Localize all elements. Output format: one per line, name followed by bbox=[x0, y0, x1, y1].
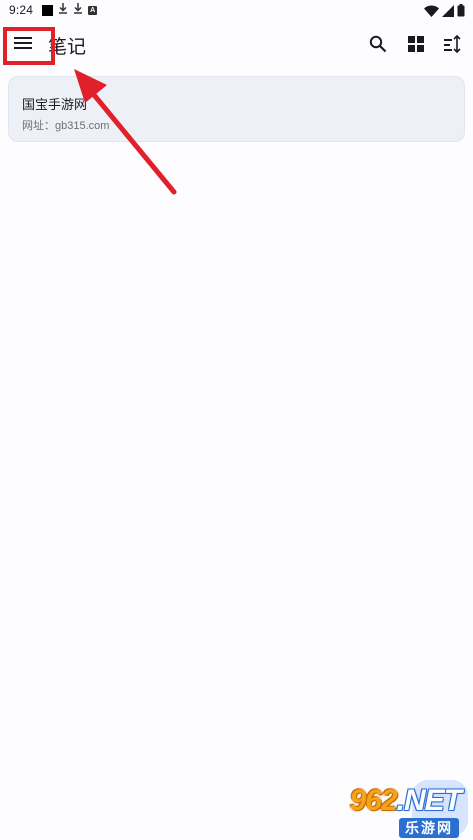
note-title: 国宝手游网 bbox=[22, 97, 88, 112]
battery-icon bbox=[457, 4, 465, 20]
add-note-fab[interactable] bbox=[412, 780, 468, 836]
search-button[interactable] bbox=[366, 32, 390, 56]
app-bar: 笔记 bbox=[0, 22, 473, 68]
menu-button[interactable] bbox=[12, 32, 34, 54]
search-icon bbox=[369, 35, 387, 53]
download-icon bbox=[58, 3, 68, 17]
a-icon: A bbox=[88, 5, 98, 15]
grid-view-button[interactable] bbox=[404, 32, 428, 56]
wifi-icon bbox=[424, 5, 439, 20]
status-left: 9:24 A bbox=[9, 3, 98, 17]
sort-button[interactable] bbox=[441, 32, 465, 56]
page-title: 笔记 bbox=[48, 37, 87, 58]
grid-view-icon bbox=[408, 36, 424, 52]
hamburger-menu-icon bbox=[14, 37, 32, 49]
sort-icon bbox=[444, 35, 461, 53]
note-body: 网址：gb315.com bbox=[22, 120, 110, 132]
black-square-icon bbox=[42, 4, 54, 16]
download-icon bbox=[73, 3, 83, 17]
status-bar: 9:24 A bbox=[0, 0, 473, 22]
signal-icon bbox=[442, 4, 454, 20]
status-right bbox=[424, 4, 465, 20]
status-time: 9:24 bbox=[9, 3, 34, 17]
watermark-logo-text: 962 bbox=[349, 784, 398, 817]
note-card[interactable]: 国宝手游网 网址：gb315.com bbox=[8, 76, 465, 142]
